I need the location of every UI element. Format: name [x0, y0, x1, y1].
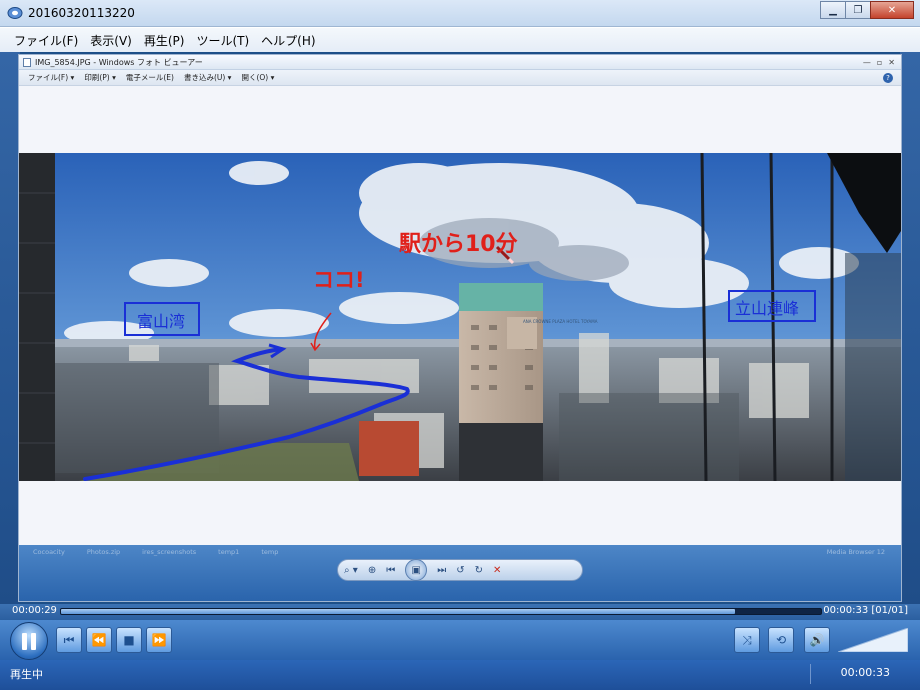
slideshow-icon: ▣	[405, 559, 428, 581]
next-photo-icon: ⏭	[437, 564, 447, 576]
menu-file[interactable]: ファイル(F)	[8, 32, 84, 49]
help-icon: ?	[883, 72, 893, 83]
repeat-button[interactable]: ⟲	[768, 627, 794, 653]
maximize-button[interactable]: ❐	[845, 1, 871, 19]
annotation-bay: 富山湾	[137, 312, 185, 331]
pv-menu-print: 印刷(P) ▾	[84, 73, 116, 82]
ghost-item: Photos.zip	[86, 548, 121, 556]
panorama-photo: 駅から10分 ココ! 富山湾 立山連峰 ANA CROWNE PLAZA HOT…	[19, 153, 901, 481]
ghost-item: ires_screenshots	[142, 548, 197, 556]
actual-size-icon: ⊕	[367, 564, 377, 576]
seek-slider[interactable]	[60, 608, 822, 615]
photo-viewer-controls: ⌕ ▾ ⊕ ⏮ ▣ ⏭ ↺ ↻ ✕	[337, 559, 583, 581]
annotation-mountain: 立山連峰	[735, 299, 799, 318]
total-time: 00:00:33 [01/01]	[823, 605, 908, 616]
playback-status: 再生中	[10, 668, 43, 681]
rotate-ccw-icon: ↺	[456, 564, 465, 576]
fast-forward-button[interactable]: ⏩	[146, 627, 172, 653]
elapsed-time: 00:00:29	[12, 605, 57, 616]
seek-progress-fill	[61, 609, 736, 614]
minimize-button[interactable]: ▁	[820, 1, 846, 19]
window-title: 20160320113220	[28, 6, 135, 20]
stop-button[interactable]: ■	[116, 627, 142, 653]
taskbar-ghost: Cocoacity Photos.zip ires_screenshots te…	[19, 545, 901, 559]
video-right-edge	[900, 52, 920, 604]
seek-bar-area: 00:00:29 00:00:33 [01/01]	[0, 604, 920, 620]
video-viewport[interactable]: IMG_5854.JPG - Windows フォト ビューアー — ▫ ✕ フ…	[0, 52, 920, 604]
pv-close-icon: ✕	[888, 57, 895, 67]
playback-controls: ⏮ ⏪ ■ ⏩ ⤨ ⟲ 🔊	[0, 620, 920, 660]
photo-viewer-toolbar: Cocoacity Photos.zip ires_screenshots te…	[19, 545, 901, 601]
ghost-item: Media Browser 12	[826, 548, 885, 556]
status-bar: 再生中 00:00:33	[0, 660, 920, 690]
building-sign: ANA CROWNE PLAZA HOTEL TOYAMA	[523, 319, 598, 324]
volume-slider[interactable]	[838, 628, 908, 652]
ghost-item: temp1	[218, 548, 240, 556]
zoom-icon: ⌕ ▾	[344, 564, 358, 576]
ghost-item: Cocoacity	[33, 548, 65, 556]
delete-icon: ✕	[492, 564, 502, 576]
photo-viewer-menu: ファイル(F) ▾ 印刷(P) ▾ 電子メール(E) 書き込み(U) ▾ 開く(…	[19, 70, 901, 86]
pv-menu-email: 電子メール(E)	[125, 73, 174, 82]
pause-icon	[22, 632, 36, 650]
ghost-item: temp	[261, 548, 279, 556]
media-player-icon	[7, 7, 23, 19]
photo-viewer-window: IMG_5854.JPG - Windows フォト ビューアー — ▫ ✕ フ…	[18, 54, 902, 602]
pv-menu-burn: 書き込み(U) ▾	[183, 73, 232, 82]
photo-viewer-title-bar: IMG_5854.JPG - Windows フォト ビューアー — ▫ ✕	[19, 55, 901, 70]
title-bar: 20160320113220 ▁ ❐ ✕	[0, 0, 920, 27]
photo-viewer-title: IMG_5854.JPG - Windows フォト ビューアー	[35, 57, 203, 67]
status-divider	[810, 664, 811, 684]
rotate-cw-icon: ↻	[474, 564, 483, 576]
previous-track-button[interactable]: ⏮	[56, 627, 82, 653]
pv-minimize-icon: —	[862, 57, 871, 67]
menu-help[interactable]: ヘルプ(H)	[255, 32, 321, 49]
pv-menu-open: 開く(O) ▾	[241, 73, 275, 82]
menu-play[interactable]: 再生(P)	[138, 32, 191, 49]
pv-menu-file: ファイル(F) ▾	[28, 73, 75, 82]
status-time: 00:00:33	[840, 666, 890, 679]
close-button[interactable]: ✕	[870, 1, 914, 19]
pause-button[interactable]	[10, 622, 48, 660]
document-icon	[23, 57, 31, 67]
rewind-button[interactable]: ⏪	[86, 627, 112, 653]
previous-photo-icon: ⏮	[386, 564, 396, 576]
mute-button[interactable]: 🔊	[804, 627, 830, 653]
annotation-station: 駅から10分	[399, 232, 518, 257]
annotation-here: ココ!	[313, 268, 365, 292]
video-left-edge	[0, 52, 20, 604]
shuffle-button[interactable]: ⤨	[734, 627, 760, 653]
pv-maximize-icon: ▫	[876, 57, 883, 67]
menu-bar: ファイル(F) 表示(V) 再生(P) ツール(T) ヘルプ(H)	[0, 28, 920, 52]
menu-view[interactable]: 表示(V)	[84, 32, 138, 49]
menu-tools[interactable]: ツール(T)	[190, 32, 255, 49]
